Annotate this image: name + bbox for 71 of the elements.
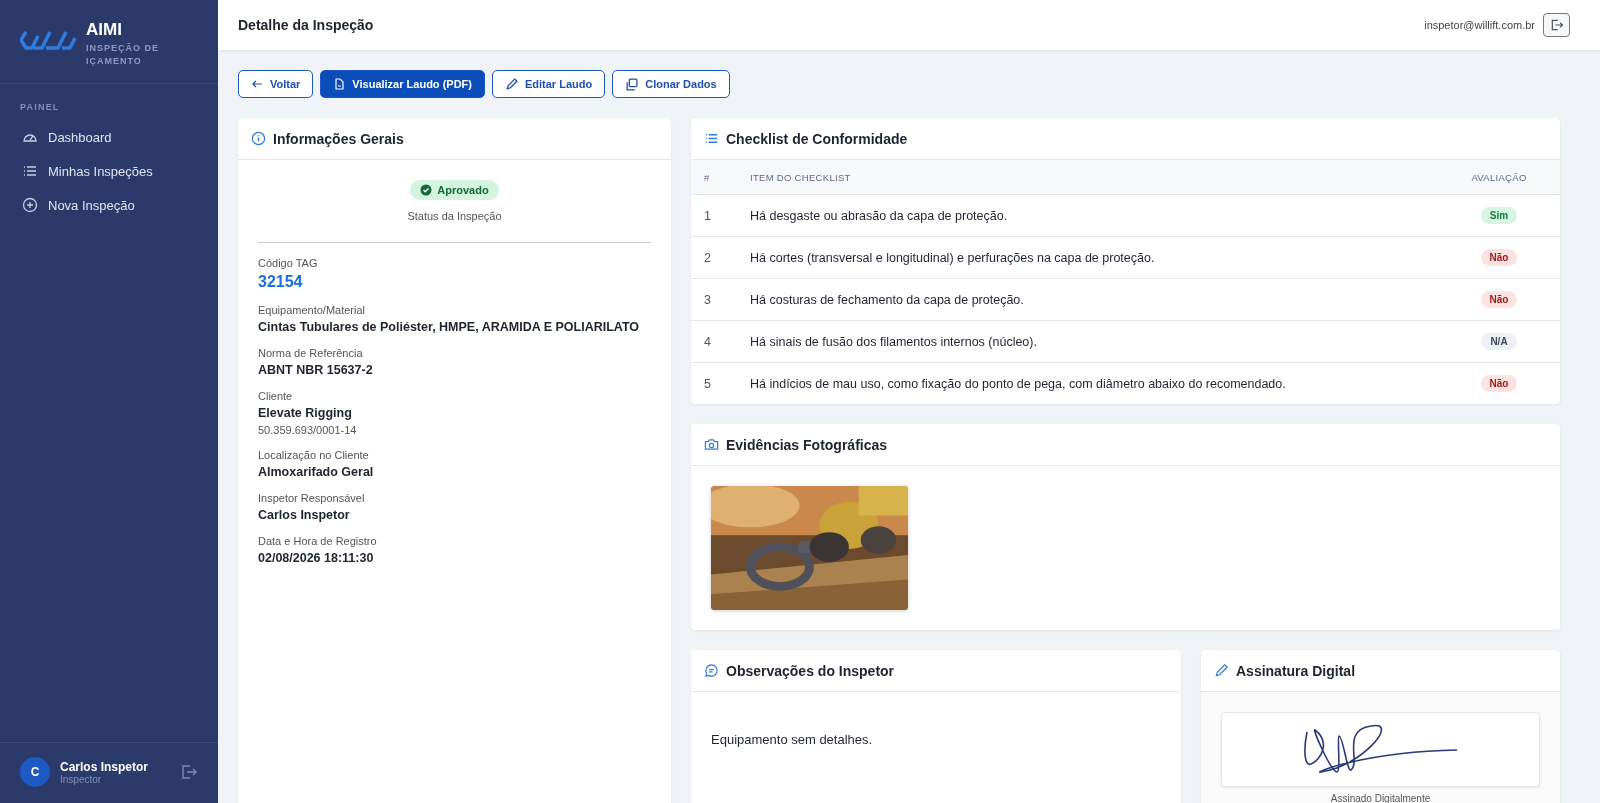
arrow-left-icon: [251, 78, 263, 90]
evaluation-badge: Não: [1480, 291, 1518, 308]
field-detail: 50.359.693/0001-14: [258, 424, 358, 436]
card-title: Evidências Fotográficas: [726, 436, 888, 453]
evaluation-badge: Não: [1480, 375, 1518, 392]
evaluation-badge: Não: [1480, 249, 1518, 266]
field-value: Elevate Rigging: [258, 406, 353, 420]
column-header: ITEM DO CHECKLIST: [749, 160, 1438, 195]
chat-icon: [704, 663, 719, 678]
action-button[interactable]: Visualizar Laudo (PDF): [320, 70, 485, 98]
field-value: Cintas Tubulares de Poliéster, HMPE, ARAMIDA E POLIARILATO: [258, 320, 641, 334]
field-label: Localização no Cliente: [258, 449, 370, 461]
pencil-icon: [504, 77, 518, 91]
table-cell: Há desgaste ou abrasão da capa de proteção.: [749, 194, 1438, 237]
field-value: Almoxarifado Geral: [258, 465, 375, 479]
sidebar-item[interactable]: Minhas Inspeções: [0, 154, 218, 188]
sidebar-item[interactable]: Nova Inspeção: [0, 188, 218, 222]
action-button[interactable]: Voltar: [238, 70, 314, 98]
document-icon: [333, 78, 346, 90]
pencil-icon: [1214, 663, 1229, 678]
field-value: 32154: [258, 273, 304, 291]
card-title: Checklist de Conformidade: [726, 130, 908, 147]
evaluation-badge: N/A: [1481, 333, 1517, 350]
list-icon: [704, 131, 719, 146]
page-title: Detalhe da Inspeção: [238, 17, 374, 33]
logo-icon: [20, 28, 76, 52]
table-cell: Há indícios de mau uso, como fixação do ponto de pega, com diâmetro abaixo do recomendado.: [749, 362, 1438, 404]
table-cell: Há costuras de fechamento da capa de proteção.: [749, 278, 1438, 321]
table-cell: Há sinais de fusão dos filamentos internos (núcleo).: [749, 320, 1438, 363]
table-cell: 3: [691, 278, 749, 321]
field-label: Equipamento/Material: [258, 304, 366, 316]
nav-section-label: PAINEL: [19, 102, 61, 114]
camera-icon: [704, 437, 719, 452]
sidebar-item[interactable]: Dashboard: [0, 120, 218, 154]
copy-icon: [625, 77, 639, 91]
field-label: Norma de Referência: [258, 347, 364, 359]
field-value: Carlos Inspetor: [258, 508, 351, 522]
table-cell: Há cortes (transversal e longitudinal) e perfurações na capa de proteção.: [749, 236, 1438, 279]
user-avatar: C: [20, 757, 50, 787]
table-cell: 5: [691, 362, 749, 404]
field-label: Data e Hora de Registro: [258, 535, 378, 547]
list-icon: [22, 163, 38, 179]
field-value: ABNT NBR 15637-2: [258, 363, 374, 377]
brand-name: AIMI: [86, 20, 123, 40]
table-cell: 1: [691, 194, 749, 237]
user-name: Carlos Inspetor: [60, 759, 150, 774]
observation-text: Equipamento sem detalhes.: [711, 732, 874, 747]
field-label: Cliente: [258, 390, 294, 402]
field-label: Código TAG: [258, 257, 319, 269]
column-header: #: [691, 160, 749, 195]
logout-button[interactable]: [1543, 13, 1570, 37]
user-email: inspetor@willift.com.br: [1424, 19, 1535, 31]
table-cell: 2: [691, 236, 749, 279]
card-title: Assinatura Digital: [1236, 662, 1356, 679]
info-icon: [251, 131, 266, 146]
card-title: Informações Gerais: [273, 130, 404, 147]
column-header: AVALIAÇÃO: [1438, 160, 1560, 195]
table-cell: 4: [691, 320, 749, 363]
plus-circle-icon: [22, 197, 38, 213]
logout-icon: [1549, 18, 1564, 32]
brand-subtitle: INSPEÇÃO DE IÇAMENTO: [86, 42, 160, 68]
action-button[interactable]: Clonar Dados: [612, 70, 730, 98]
logout-icon[interactable]: [180, 763, 198, 781]
action-button[interactable]: Editar Laudo: [491, 70, 606, 98]
evaluation-badge: Sim: [1480, 207, 1518, 224]
user-role: Inspector: [60, 773, 102, 785]
status-caption: Status da Inspeção: [407, 210, 502, 222]
status-badge: Aprovado: [410, 180, 499, 200]
field-value: 02/08/2026 18:11:30: [258, 551, 375, 565]
card-title: Observações do Inspetor: [726, 662, 895, 679]
field-label: Inspetor Responsável: [258, 492, 366, 504]
